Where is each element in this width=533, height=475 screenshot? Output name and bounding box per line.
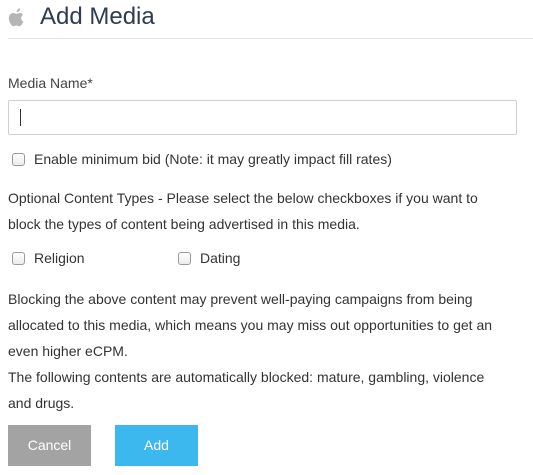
warning-line: even higher eCPM. bbox=[8, 343, 128, 359]
content-type-dating[interactable]: Dating bbox=[178, 250, 240, 266]
content-types-intro: Optional Content Types - Please select t… bbox=[8, 185, 528, 237]
content-types-intro-line: block the types of content being adverti… bbox=[8, 216, 360, 232]
content-types-intro-line: Optional Content Types - Please select t… bbox=[8, 190, 478, 206]
text-cursor bbox=[20, 109, 21, 126]
content-type-religion[interactable]: Religion bbox=[12, 250, 85, 266]
media-name-input[interactable] bbox=[8, 100, 517, 135]
dating-label: Dating bbox=[200, 250, 241, 266]
media-name-label: Media Name* bbox=[8, 75, 93, 91]
apple-icon bbox=[8, 8, 24, 27]
religion-label: Religion bbox=[34, 250, 85, 266]
warning-line: allocated to this media, which means you… bbox=[8, 317, 493, 333]
religion-checkbox[interactable] bbox=[12, 251, 25, 265]
add-button[interactable]: Add bbox=[115, 425, 198, 466]
cancel-button[interactable]: Cancel bbox=[8, 425, 91, 466]
dating-checkbox[interactable] bbox=[178, 251, 191, 265]
page-title: Add Media bbox=[40, 3, 155, 30]
min-bid-checkbox[interactable] bbox=[12, 152, 25, 166]
min-bid-label: Enable minimum bid (Note: it may greatly… bbox=[34, 151, 392, 167]
warning-line: and drugs. bbox=[8, 395, 75, 411]
min-bid-option[interactable]: Enable minimum bid (Note: it may greatly… bbox=[12, 151, 392, 167]
blocking-warning: Blocking the above content may prevent w… bbox=[8, 286, 528, 416]
warning-line: The following contents are automatically… bbox=[8, 369, 485, 385]
page-header: Add Media bbox=[8, 0, 533, 39]
warning-line: Blocking the above content may prevent w… bbox=[8, 291, 473, 307]
